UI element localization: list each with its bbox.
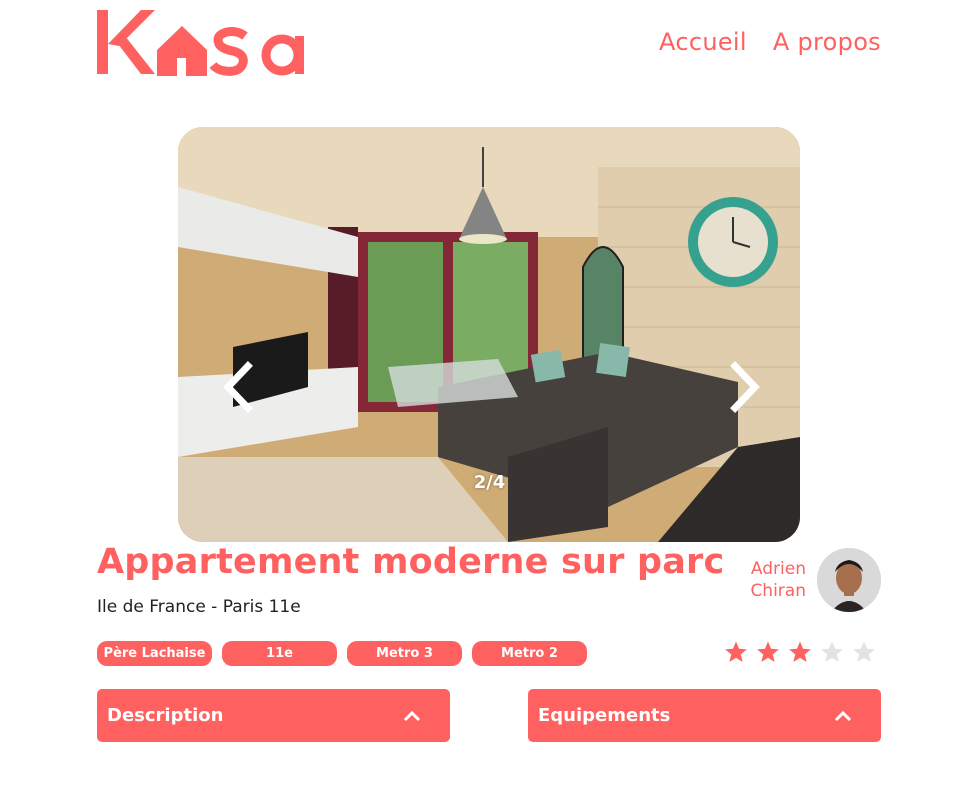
- logo[interactable]: [97, 8, 311, 78]
- star-filled-icon: [725, 641, 747, 662]
- host-name: Adrien Chiran: [746, 558, 806, 602]
- tag: 11e: [222, 641, 337, 666]
- rating-stars: [724, 640, 876, 664]
- tag: Metro 2: [472, 641, 587, 666]
- listing-location: Ile de France - Paris 11e: [97, 597, 301, 617]
- star-empty-icon: [821, 641, 843, 662]
- star-filled-icon: [789, 641, 811, 662]
- chevron-up-icon[interactable]: [402, 709, 422, 723]
- carousel-counter: 2/4: [473, 472, 506, 493]
- host-card: Adrien Chiran: [740, 548, 881, 612]
- chevron-left-icon[interactable]: [218, 360, 258, 415]
- host-first-name: Adrien: [750, 559, 806, 579]
- star-empty-icon: [853, 641, 875, 662]
- main-nav: Accueil A propos: [659, 28, 881, 56]
- chevron-up-icon[interactable]: [833, 709, 853, 723]
- host-last-name: Chiran: [750, 581, 806, 601]
- star-filled-icon: [757, 641, 779, 662]
- tag-list: Père Lachaise 11e Metro 3 Metro 2: [97, 641, 587, 666]
- description-label: Description: [107, 705, 224, 726]
- equipments-label: Equipements: [538, 705, 671, 726]
- nav-home-link[interactable]: Accueil: [659, 28, 747, 56]
- equipments-collapse[interactable]: Equipements: [528, 689, 881, 742]
- tag: Metro 3: [347, 641, 462, 666]
- chevron-right-icon[interactable]: [725, 360, 765, 415]
- tag: Père Lachaise: [97, 641, 212, 666]
- avatar: [817, 548, 881, 612]
- nav-about-link[interactable]: A propos: [773, 28, 881, 56]
- description-collapse[interactable]: Description: [97, 689, 450, 742]
- listing-title: Appartement moderne sur parc: [97, 542, 725, 582]
